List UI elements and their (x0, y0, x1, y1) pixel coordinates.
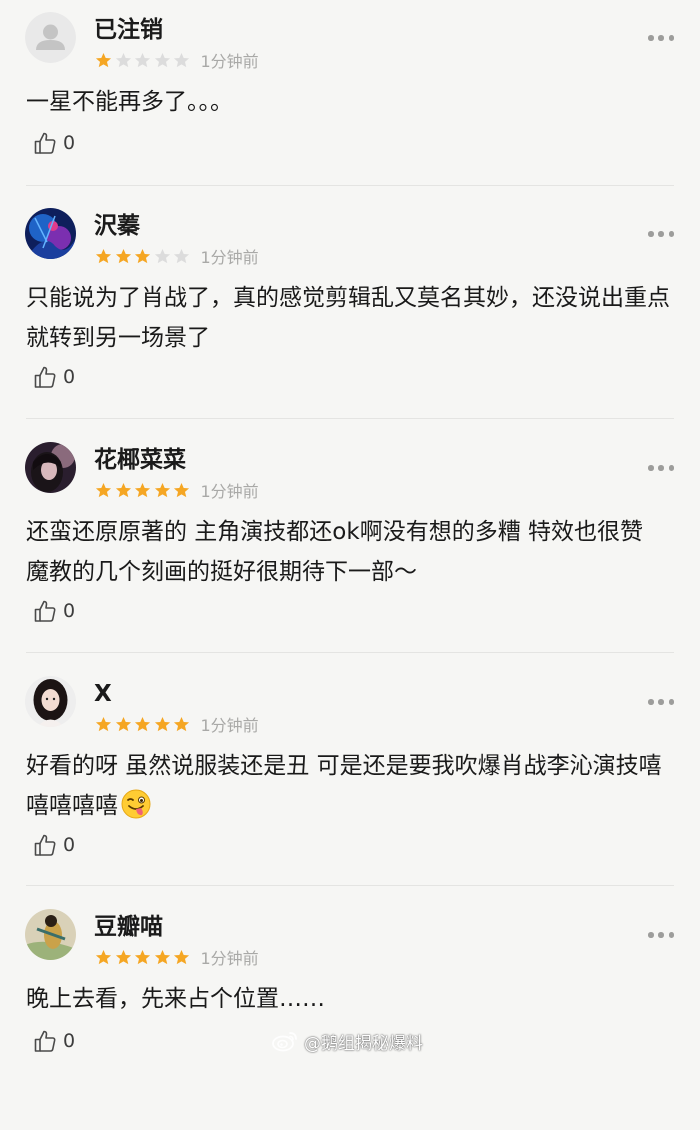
like-count: 0 (63, 600, 76, 622)
star-rating (95, 482, 193, 499)
star-empty-icon (115, 52, 131, 67)
divider (26, 652, 674, 653)
rating-row: 1分钟前 (95, 245, 259, 267)
star-filled-icon (95, 52, 112, 67)
thumbs-up-icon (34, 1030, 56, 1052)
more-options-icon[interactable] (648, 931, 674, 939)
star-filled-icon (95, 248, 112, 263)
timestamp: 1分钟前 (200, 949, 259, 968)
like-button[interactable]: 0 (33, 363, 75, 391)
timestamp: 1分钟前 (200, 716, 259, 735)
star-rating (95, 949, 193, 966)
winking-tongue-emoji (121, 789, 151, 819)
star-filled-icon (115, 482, 131, 497)
more-options-icon[interactable] (648, 464, 674, 472)
star-rating (95, 52, 193, 69)
star-rating (95, 716, 193, 733)
comment-text: 只能说为了肖战了，真的感觉剪辑乱又莫名其妙，还没说出重点就转到另一场景了 (26, 285, 670, 351)
username[interactable]: 已注销 (94, 15, 163, 45)
like-count: 0 (63, 1030, 76, 1052)
like-button[interactable]: 0 (33, 129, 75, 157)
rating-row: 1分钟前 (95, 49, 259, 71)
username[interactable]: 沢蓁 (94, 211, 140, 241)
avatar[interactable] (25, 676, 76, 727)
star-empty-icon (173, 52, 190, 67)
avatar[interactable] (25, 208, 76, 259)
comment-item: 豆瓣喵 1分钟前 晚上去看，先来占个位置…… 0 (0, 897, 700, 1130)
star-filled-icon (115, 248, 131, 263)
like-count: 0 (63, 132, 76, 154)
star-empty-icon (154, 52, 170, 67)
star-filled-icon (95, 716, 112, 731)
star-filled-icon (154, 482, 170, 497)
timestamp: 1分钟前 (200, 52, 259, 71)
more-options-icon[interactable] (648, 698, 674, 706)
thumbs-up-icon (34, 366, 56, 388)
star-empty-icon (154, 248, 170, 263)
more-options-icon[interactable] (648, 230, 674, 238)
divider (26, 185, 674, 186)
comment-text: 一星不能再多了。。。 (26, 89, 233, 115)
like-button[interactable]: 0 (33, 597, 75, 625)
star-filled-icon (173, 716, 190, 731)
avatar[interactable] (25, 12, 76, 63)
divider (26, 418, 674, 419)
star-filled-icon (134, 716, 151, 731)
watermark: @鹅组揭秘爆料 (272, 1028, 423, 1054)
like-button[interactable]: 0 (33, 831, 75, 859)
username[interactable]: 花椰菜菜 (94, 445, 186, 475)
comment-item: 沢蓁 1分钟前 只能说为了肖战了，真的感觉剪辑乱又莫名其妙，还没说出重点就转到另… (0, 196, 700, 429)
comment-item: 花椰菜菜 1分钟前 还蛮还原原著的 主角演技都还ok啊没有想的多糟 特效也很赞 … (0, 430, 700, 663)
timestamp: 1分钟前 (200, 482, 259, 501)
watermark-text: @鹅组揭秘爆料 (304, 1033, 423, 1054)
comment-item: X 1分钟前 好看的呀 虽然说服装还是丑 可是还是要我吹爆肖战李沁演技嘻嘻嘻嘻嘻… (0, 664, 700, 897)
star-filled-icon (95, 949, 112, 964)
rating-row: 1分钟前 (95, 479, 259, 501)
star-filled-icon (134, 949, 151, 964)
divider (26, 885, 674, 886)
star-empty-icon (134, 52, 151, 67)
like-count: 0 (63, 834, 76, 856)
avatar[interactable] (25, 442, 76, 493)
like-button[interactable]: 0 (33, 1027, 75, 1055)
thumbs-up-icon (34, 132, 56, 154)
thumbs-up-icon (34, 600, 56, 622)
rating-row: 1分钟前 (95, 713, 259, 735)
star-filled-icon (173, 482, 190, 497)
weibo-logo-icon (272, 1032, 297, 1052)
star-filled-icon (154, 949, 170, 964)
avatar[interactable] (25, 909, 76, 960)
rating-row: 1分钟前 (95, 946, 259, 968)
comment-text: 晚上去看，先来占个位置…… (26, 986, 325, 1012)
star-filled-icon (115, 949, 131, 964)
thumbs-up-icon (34, 834, 56, 856)
username[interactable]: X (94, 679, 112, 709)
username[interactable]: 豆瓣喵 (94, 912, 163, 942)
timestamp: 1分钟前 (200, 248, 259, 267)
comment-text: 还蛮还原原著的 主角演技都还ok啊没有想的多糟 特效也很赞 魔教的几个刻画的挺好… (26, 519, 644, 585)
like-count: 0 (63, 366, 76, 388)
star-filled-icon (95, 482, 112, 497)
star-filled-icon (173, 949, 190, 964)
star-empty-icon (173, 248, 190, 263)
comment-text: 好看的呀 虽然说服装还是丑 可是还是要我吹爆肖战李沁演技嘻嘻嘻嘻嘻 (26, 746, 670, 826)
star-filled-icon (134, 482, 151, 497)
star-rating (95, 248, 193, 265)
star-filled-icon (134, 248, 151, 263)
star-filled-icon (115, 716, 131, 731)
star-filled-icon (154, 716, 170, 731)
more-options-icon[interactable] (648, 34, 674, 42)
